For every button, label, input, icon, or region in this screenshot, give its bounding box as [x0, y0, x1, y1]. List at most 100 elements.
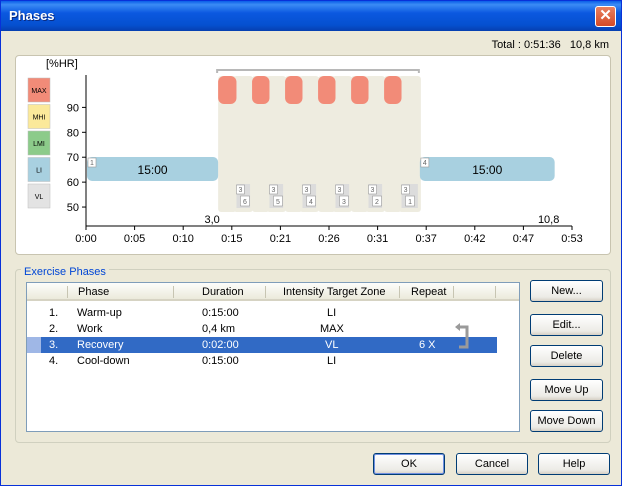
phase-marker-label: 3 — [239, 187, 243, 194]
phases-dialog: Phases ✕ Total : 0:51:36 10,8 km [%HR] MA… — [0, 0, 622, 486]
total-label: Total : — [491, 39, 521, 51]
phase-chart-panel: [%HR] MAX MHI LMI LI VL 50 60 70 80 90 0:00 0:05 0:10… — [15, 55, 611, 255]
row-duration: 0:15:00 — [202, 355, 239, 367]
row-phase: Warm-up — [77, 307, 122, 319]
phase-marker-label: 4 — [423, 160, 427, 167]
repeat-marker-label: 3 — [342, 199, 346, 206]
y-tick-label: 50 — [67, 202, 79, 214]
y-tick-label: 70 — [67, 152, 79, 164]
row-zone: VL — [325, 339, 339, 351]
exercise-phases-label: Exercise Phases — [21, 266, 109, 278]
row-duration: 0,4 km — [202, 323, 236, 335]
cancel-button[interactable]: Cancel — [456, 453, 528, 475]
header-separator — [453, 286, 454, 298]
row-number: 4. — [49, 355, 59, 367]
repeat-bracket-icon — [455, 323, 469, 349]
phase-marker-label: 3 — [338, 187, 342, 194]
header-separator — [265, 286, 266, 298]
x-tick-label: 0:47 — [513, 233, 534, 245]
repeat-marker-label: 1 — [408, 199, 412, 206]
distance-mark-label: 10,8 — [538, 214, 559, 226]
x-tick-label: 0:15 — [221, 233, 242, 245]
title-bar[interactable]: Phases ✕ — [1, 1, 621, 31]
row-phase: Cool-down — [77, 355, 130, 367]
distance-mark-label: 3,0 — [204, 214, 219, 226]
zone-legend-label: MHI — [33, 115, 46, 122]
zone-legend-label: VL — [35, 194, 44, 201]
edit-button[interactable]: Edit... — [530, 314, 603, 336]
column-intensity[interactable]: Intensity Target Zone — [283, 286, 386, 298]
repeat-marker-label: 6 — [243, 199, 247, 206]
phases-list[interactable]: Phase Duration Intensity Target Zone Rep… — [26, 282, 520, 432]
table-row[interactable]: 1. Warm-up 0:15:00 LI — [27, 305, 519, 321]
row-number: 3. — [49, 339, 59, 351]
work-max-segment — [351, 76, 369, 104]
close-button[interactable]: ✕ — [595, 6, 616, 27]
x-tick-label: 0:37 — [415, 233, 436, 245]
zone-legend-label: LMI — [33, 141, 45, 148]
column-duration[interactable]: Duration — [202, 286, 244, 298]
total-summary: Total : 0:51:36 10,8 km — [492, 39, 609, 51]
work-max-segment — [318, 76, 336, 104]
row-number: 1. — [49, 307, 59, 319]
y-tick-label: 90 — [67, 102, 79, 114]
row-zone: LI — [327, 355, 337, 367]
header-separator — [173, 286, 174, 298]
repeat-marker-label: 4 — [309, 199, 313, 206]
table-row[interactable]: 4. Cool-down 0:15:00 LI — [27, 353, 519, 369]
selection-marker — [27, 337, 41, 353]
table-row[interactable]: 2. Work 0,4 km MAX — [27, 321, 519, 337]
x-tick-label: 0:26 — [318, 233, 339, 245]
x-tick-label: 0:00 — [75, 233, 96, 245]
row-duration: 0:02:00 — [202, 339, 239, 351]
phase-marker-label: 1 — [90, 160, 94, 167]
y-axis-label: [%HR] — [46, 58, 78, 70]
phase-duration-label: 15:00 — [138, 163, 168, 177]
x-tick-label: 0:10 — [172, 233, 193, 245]
x-tick-label: 0:42 — [464, 233, 485, 245]
column-phase[interactable]: Phase — [78, 286, 109, 298]
row-number: 2. — [49, 323, 59, 335]
x-tick-label: 0:53 — [561, 233, 582, 245]
zone-legend-label: MAX — [31, 88, 47, 95]
repeat-marker-label: 5 — [276, 199, 280, 206]
phase-marker-label: 3 — [404, 187, 408, 194]
total-distance: 10,8 km — [569, 39, 609, 51]
header-separator — [495, 286, 496, 298]
repeat-marker-label: 2 — [375, 199, 379, 206]
row-phase: Recovery — [77, 339, 124, 351]
row-zone: LI — [327, 307, 337, 319]
table-row-selected[interactable]: 3. Recovery 0:02:00 VL 6 X — [27, 337, 497, 353]
move-down-button[interactable]: Move Down — [530, 410, 603, 432]
work-max-segment — [285, 76, 303, 104]
row-repeat: 6 X — [419, 339, 436, 351]
close-icon: ✕ — [599, 7, 612, 24]
row-duration: 0:15:00 — [202, 307, 239, 319]
y-tick-label: 80 — [67, 127, 79, 139]
total-time: 0:51:36 — [523, 39, 561, 51]
window-title: Phases — [9, 8, 55, 23]
list-header: Phase Duration Intensity Target Zone Rep… — [27, 283, 519, 301]
ok-button[interactable]: OK — [373, 453, 445, 475]
zone-legend-label: LI — [36, 168, 42, 175]
phase-marker-label: 3 — [305, 187, 309, 194]
header-separator — [399, 286, 400, 298]
delete-button[interactable]: Delete — [530, 345, 603, 367]
y-tick-label: 60 — [67, 177, 79, 189]
x-tick-label: 0:31 — [367, 233, 388, 245]
phase-marker-label: 3 — [272, 187, 276, 194]
x-tick-label: 0:21 — [270, 233, 291, 245]
column-repeat[interactable]: Repeat — [411, 286, 446, 298]
header-separator — [67, 286, 68, 298]
x-tick-label: 0:05 — [124, 233, 145, 245]
work-max-segment — [252, 76, 270, 104]
work-max-segment — [218, 76, 237, 104]
interval-group-bracket — [216, 69, 420, 73]
phase-chart: [%HR] MAX MHI LMI LI VL 50 60 70 80 90 0:00 0:05 0:10… — [27, 58, 583, 245]
row-phase: Work — [77, 323, 103, 335]
row-zone: MAX — [320, 323, 344, 335]
work-max-segment — [384, 76, 402, 104]
move-up-button[interactable]: Move Up — [530, 379, 603, 401]
new-button[interactable]: New... — [530, 280, 603, 302]
help-button[interactable]: Help — [538, 453, 610, 475]
